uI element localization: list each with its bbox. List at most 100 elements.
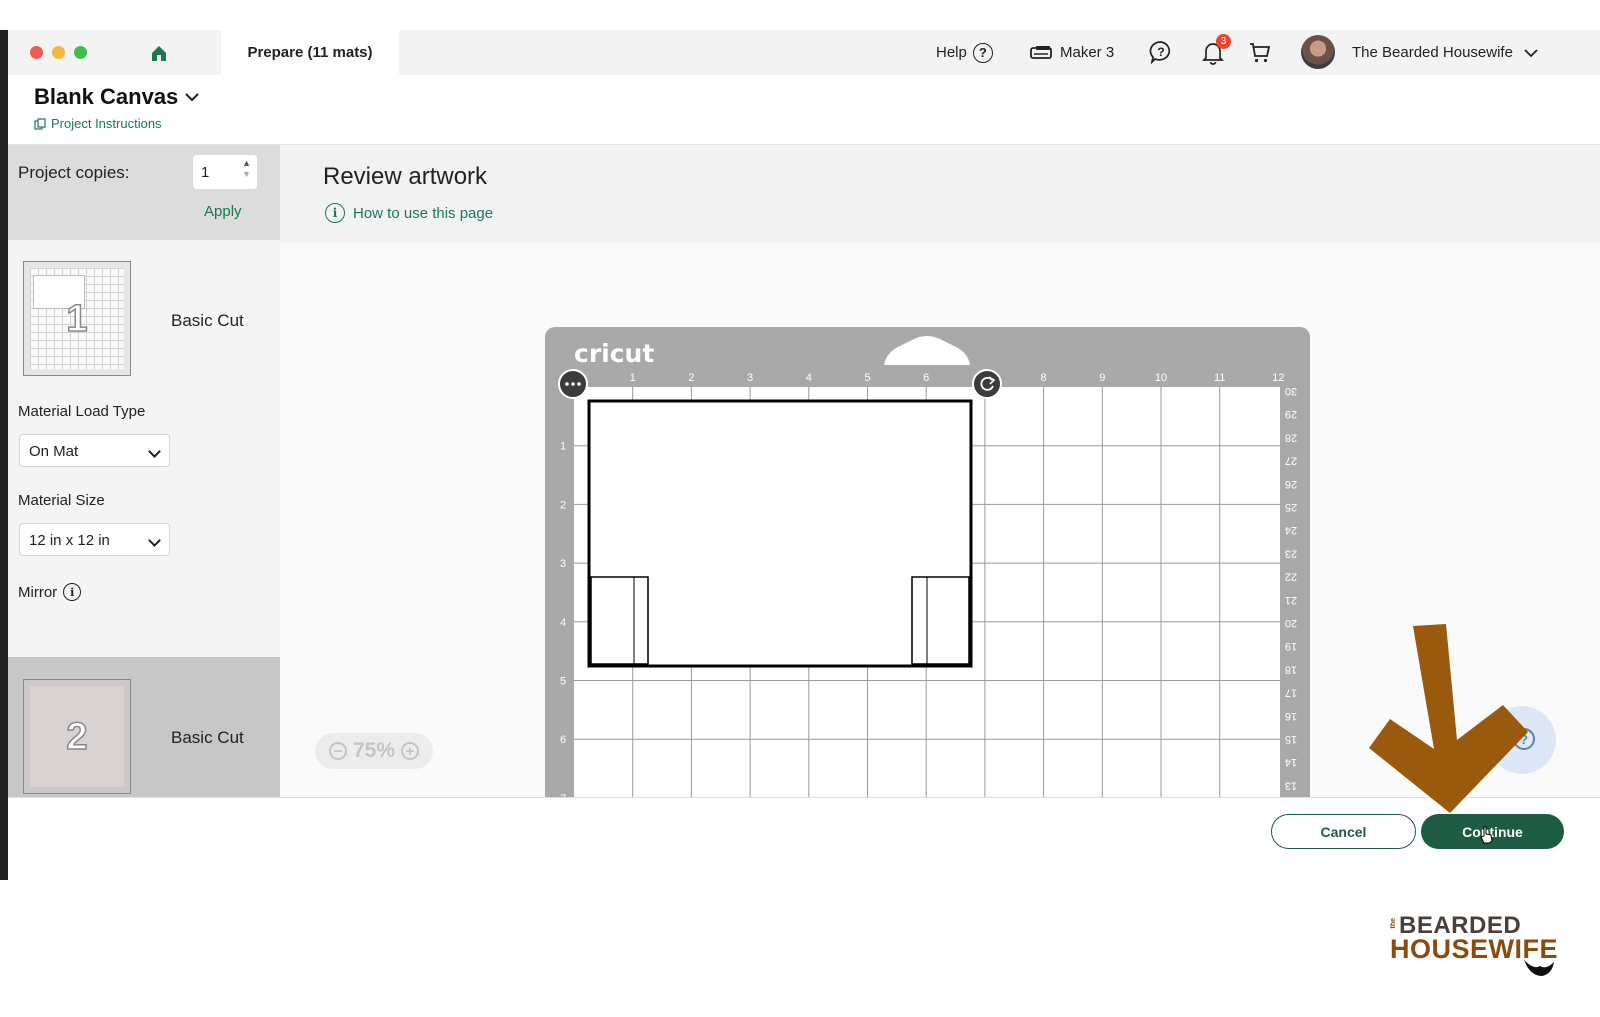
project-copies-input[interactable]: 1 ▲ ▼ xyxy=(193,155,257,189)
project-copies-value: 1 xyxy=(201,164,210,181)
more-options-dot xyxy=(565,382,569,386)
zoom-control: − 75% + xyxy=(315,733,433,769)
mat-2-number: 2 xyxy=(66,715,89,759)
support-chat-icon[interactable]: ? xyxy=(1149,40,1173,64)
material-size-value: 12 in x 12 in xyxy=(29,532,110,549)
top-ruler-label: 4 xyxy=(806,372,812,384)
tab-prepare[interactable]: Prepare (11 mats) xyxy=(221,30,399,75)
user-menu[interactable]: The Bearded Housewife xyxy=(1352,30,1539,75)
annotation-arrow xyxy=(1369,624,1528,813)
mat-sidebar: Project copies: 1 ▲ ▼ Apply 1 Basic Cut … xyxy=(8,145,280,827)
right-ruler-label: 21 xyxy=(1285,594,1297,606)
left-ruler-label: 5 xyxy=(560,676,566,688)
project-title[interactable]: Blank Canvas xyxy=(34,84,200,110)
chevron-down-icon xyxy=(148,534,161,547)
how-to-use-link[interactable]: i How to use this page xyxy=(325,203,493,223)
top-ruler-label: 9 xyxy=(1099,372,1105,384)
page-title: Review artwork xyxy=(323,163,488,190)
right-ruler-label: 23 xyxy=(1285,547,1297,559)
left-ruler-label: 6 xyxy=(560,734,566,746)
more-options-dot xyxy=(577,382,581,386)
stepper-up-icon[interactable]: ▲ xyxy=(242,158,251,169)
info-icon[interactable]: i xyxy=(63,583,82,601)
home-icon[interactable] xyxy=(150,44,168,62)
chevron-down-icon xyxy=(1524,48,1538,57)
minimize-window-button[interactable] xyxy=(52,46,65,59)
mirror-row: Mirror i xyxy=(18,583,82,601)
help-label: Help xyxy=(936,44,967,61)
avatar[interactable] xyxy=(1301,35,1335,69)
chevron-down-icon xyxy=(185,93,200,102)
right-ruler-label: 26 xyxy=(1285,478,1297,490)
material-size-select[interactable]: 12 in x 12 in xyxy=(19,523,170,556)
help-icon: ? xyxy=(972,42,993,63)
how-to-use-label: How to use this page xyxy=(353,204,494,222)
right-ruler-label: 17 xyxy=(1285,687,1297,699)
mat-2-label: Basic Cut xyxy=(171,728,244,747)
design-space-window: Prepare (11 mats) Help ? Maker 3 ? 3 The… xyxy=(8,30,1600,880)
project-instructions-link[interactable]: Project Instructions xyxy=(34,116,162,131)
top-ruler-label: 11 xyxy=(1214,372,1225,384)
project-instructions-label: Project Instructions xyxy=(51,116,162,131)
close-window-button[interactable] xyxy=(30,46,43,59)
right-ruler-label: 19 xyxy=(1285,640,1297,652)
zoom-level: 75% xyxy=(352,739,396,762)
material-load-type-value: On Mat xyxy=(29,443,79,460)
left-window-edge xyxy=(0,0,8,880)
apply-button[interactable]: Apply xyxy=(204,203,242,220)
mirror-label: Mirror xyxy=(18,583,58,601)
mat-1-thumbnail[interactable]: 1 xyxy=(23,261,131,376)
review-header: Review artwork i How to use this page xyxy=(280,145,1600,243)
right-ruler-label: 30 xyxy=(1285,385,1297,397)
material-load-type-label: Material Load Type xyxy=(18,403,146,420)
top-ruler-label: 1 xyxy=(630,372,636,384)
left-ruler-label: 4 xyxy=(560,617,566,629)
top-ruler-label: 2 xyxy=(688,372,694,384)
mat-1-label: Basic Cut xyxy=(171,311,244,330)
right-ruler-label: 16 xyxy=(1285,710,1297,722)
material-size-label: Material Size xyxy=(18,492,105,509)
project-copies-label: Project copies: xyxy=(18,163,130,182)
left-ruler-label: 1 xyxy=(560,441,566,453)
pointer-cursor-icon xyxy=(1480,826,1493,844)
left-ruler-label: 3 xyxy=(560,558,566,570)
machine-selector[interactable]: Maker 3 xyxy=(1030,30,1114,75)
right-ruler-label: 13 xyxy=(1285,779,1297,791)
right-ruler-label: 28 xyxy=(1285,431,1297,443)
machine-label: Maker 3 xyxy=(1060,44,1115,61)
info-icon: i xyxy=(325,203,345,223)
maximize-window-button[interactable] xyxy=(74,46,87,59)
material-load-type-select[interactable]: On Mat xyxy=(19,434,170,467)
beard-logo-icon xyxy=(1524,960,1554,976)
top-ruler-label: 5 xyxy=(864,372,870,384)
right-ruler-label: 25 xyxy=(1285,501,1297,513)
right-ruler-label: 14 xyxy=(1285,756,1297,768)
left-edge-top xyxy=(0,0,8,30)
project-title-text: Blank Canvas xyxy=(34,84,179,109)
cart-icon[interactable] xyxy=(1248,41,1272,65)
zoom-out-button[interactable]: − xyxy=(328,742,347,760)
right-ruler-label: 22 xyxy=(1285,571,1297,583)
artwork-rectangle[interactable] xyxy=(587,399,973,668)
zoom-in-button[interactable]: + xyxy=(401,742,420,760)
right-ruler-label: 15 xyxy=(1285,733,1297,745)
more-options-dot xyxy=(571,382,575,386)
right-ruler-label: 24 xyxy=(1285,524,1297,536)
top-ruler-label: 10 xyxy=(1155,372,1167,384)
user-name: The Bearded Housewife xyxy=(1352,44,1513,61)
right-ruler-label: 18 xyxy=(1285,663,1297,675)
mat-2-thumbnail[interactable]: 2 xyxy=(23,679,131,794)
right-ruler-label: 29 xyxy=(1285,408,1297,420)
copies-stepper[interactable]: ▲ ▼ xyxy=(242,158,251,180)
title-bar: Prepare (11 mats) Help ? Maker 3 ? 3 The… xyxy=(8,30,1600,75)
mat-brand-logo: cricut xyxy=(574,339,654,368)
chevron-down-icon xyxy=(148,445,161,458)
watermark-the: the xyxy=(1390,918,1397,929)
help-menu[interactable]: Help ? xyxy=(936,30,993,75)
top-ruler-label: 3 xyxy=(747,372,753,384)
rotate-icon[interactable] xyxy=(972,369,1002,399)
project-copies-panel: Project copies: 1 ▲ ▼ Apply xyxy=(8,145,280,240)
stepper-down-icon[interactable]: ▼ xyxy=(242,169,251,180)
document-icon xyxy=(34,117,46,130)
left-ruler-label: 2 xyxy=(560,499,566,511)
